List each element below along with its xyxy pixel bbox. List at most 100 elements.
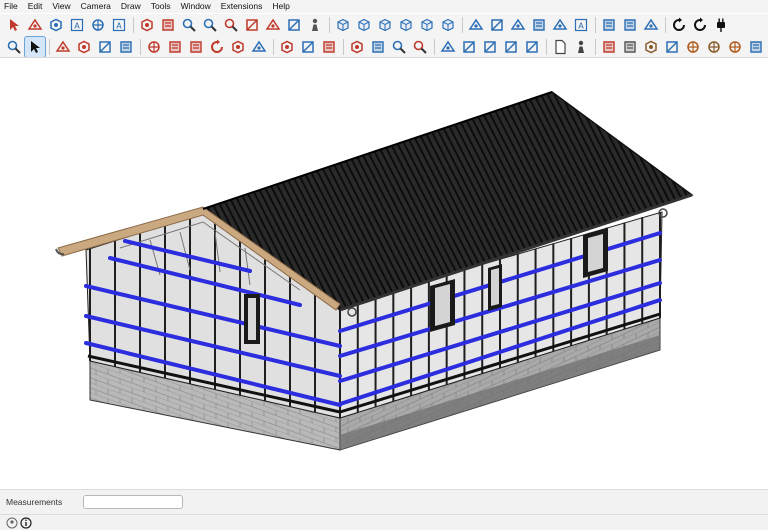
document-button[interactable] [550,37,570,57]
search-icon [7,40,21,54]
model-viewport[interactable] [0,59,768,489]
walk-button[interactable] [305,15,325,35]
orbit-tool-button[interactable] [347,37,367,57]
layers-button[interactable] [459,37,479,57]
shaded-button[interactable] [550,15,570,35]
pan-button[interactable] [368,37,388,57]
top-view-button[interactable] [354,15,374,35]
brick-button[interactable] [683,37,703,57]
protractor-button[interactable] [319,37,339,57]
rectangle-button[interactable] [116,37,136,57]
xray-button[interactable] [466,15,486,35]
menu-tools[interactable]: Tools [151,0,171,13]
select-arrow-button[interactable] [24,36,46,57]
solid-tools-button[interactable] [641,37,661,57]
previous-view-button[interactable] [242,15,262,35]
pencil-button[interactable] [74,37,94,57]
zoom-tool-button[interactable] [389,37,409,57]
geo-location-icon[interactable] [6,517,18,529]
zoom-extents-tool-button[interactable] [410,37,430,57]
sync-button[interactable] [690,15,710,35]
axes-button[interactable] [88,15,108,35]
styles-button[interactable] [501,37,521,57]
group-button[interactable] [641,15,661,35]
measurements-input[interactable] [83,495,183,509]
select-icon [10,19,19,31]
info-icon[interactable] [20,517,32,529]
user-icon [578,40,584,53]
dimension-button[interactable] [298,37,318,57]
hidden-line-button[interactable] [529,15,549,35]
toolbar-separator [546,38,547,55]
warehouse-icon [603,40,615,53]
3d-text-button[interactable]: A [109,15,129,35]
tape-measure-button[interactable] [277,37,297,57]
look-around-button[interactable] [284,15,304,35]
zoom-extents-button[interactable] [221,15,241,35]
orbit-button[interactable] [158,15,178,35]
menu-draw[interactable]: Draw [121,0,141,13]
toolbar-separator [343,38,344,55]
push-pull-button[interactable] [144,37,164,57]
eraser-button[interactable] [53,37,73,57]
right-view-button[interactable] [396,15,416,35]
iso-view-button[interactable] [333,15,353,35]
menu-view[interactable]: View [52,0,70,13]
refresh-icon [673,17,685,31]
follow-me-button[interactable] [165,37,185,57]
shaded-textures-button[interactable]: A [571,15,591,35]
warehouse-button[interactable] [599,37,619,57]
arc-button[interactable] [46,15,66,35]
tags-button[interactable] [480,37,500,57]
left-view-button[interactable] [438,15,458,35]
text-button[interactable]: A [67,15,87,35]
materials-button[interactable] [438,37,458,57]
component-icon [624,19,636,31]
sandbox-button[interactable] [662,37,682,57]
wireframe-button[interactable] [508,15,528,35]
frame-button[interactable] [725,37,745,57]
toolbar-separator [595,17,596,33]
ruler-button[interactable] [620,37,640,57]
search-button[interactable] [4,37,24,57]
shaded-icon [552,18,568,30]
plugin-button[interactable] [711,15,731,35]
follow-me-icon [169,40,181,53]
menu-file[interactable]: File [4,0,18,13]
zoom-button[interactable] [179,15,199,35]
menu-camera[interactable]: Camera [81,0,111,13]
right-view-icon [400,18,412,32]
back-view-button[interactable] [417,15,437,35]
refresh-button[interactable] [669,15,689,35]
rotate-button[interactable] [207,37,227,57]
arc-tool-button[interactable] [95,37,115,57]
toolbar-separator [273,38,274,55]
fence-button[interactable] [704,37,724,57]
box-button[interactable] [746,37,766,57]
menu-extensions[interactable]: Extensions [221,0,263,13]
menu-help[interactable]: Help [272,0,289,13]
section-plane-button[interactable] [137,15,157,35]
component-button[interactable] [620,15,640,35]
sync-icon [694,17,706,31]
toolbar-separator [329,17,330,33]
menu-window[interactable]: Window [181,0,211,13]
toolbar-separator [140,38,141,55]
scale-button[interactable] [228,37,248,57]
zoom-window-button[interactable] [200,15,220,35]
status-divider [0,514,768,515]
monochrome-button[interactable] [599,15,619,35]
look-around-icon [288,19,300,31]
offset-button[interactable] [249,37,269,57]
scenes-button[interactable] [522,37,542,57]
move-button[interactable] [186,37,206,57]
eraser-icon [27,18,43,30]
eraser-button[interactable] [25,15,45,35]
select-button[interactable] [4,15,24,35]
position-camera-button[interactable] [263,15,283,35]
zoom-extents-tool-icon [413,40,427,54]
user-button[interactable] [571,37,591,57]
back-edges-button[interactable] [487,15,507,35]
front-view-button[interactable] [375,15,395,35]
menu-edit[interactable]: Edit [28,0,43,13]
